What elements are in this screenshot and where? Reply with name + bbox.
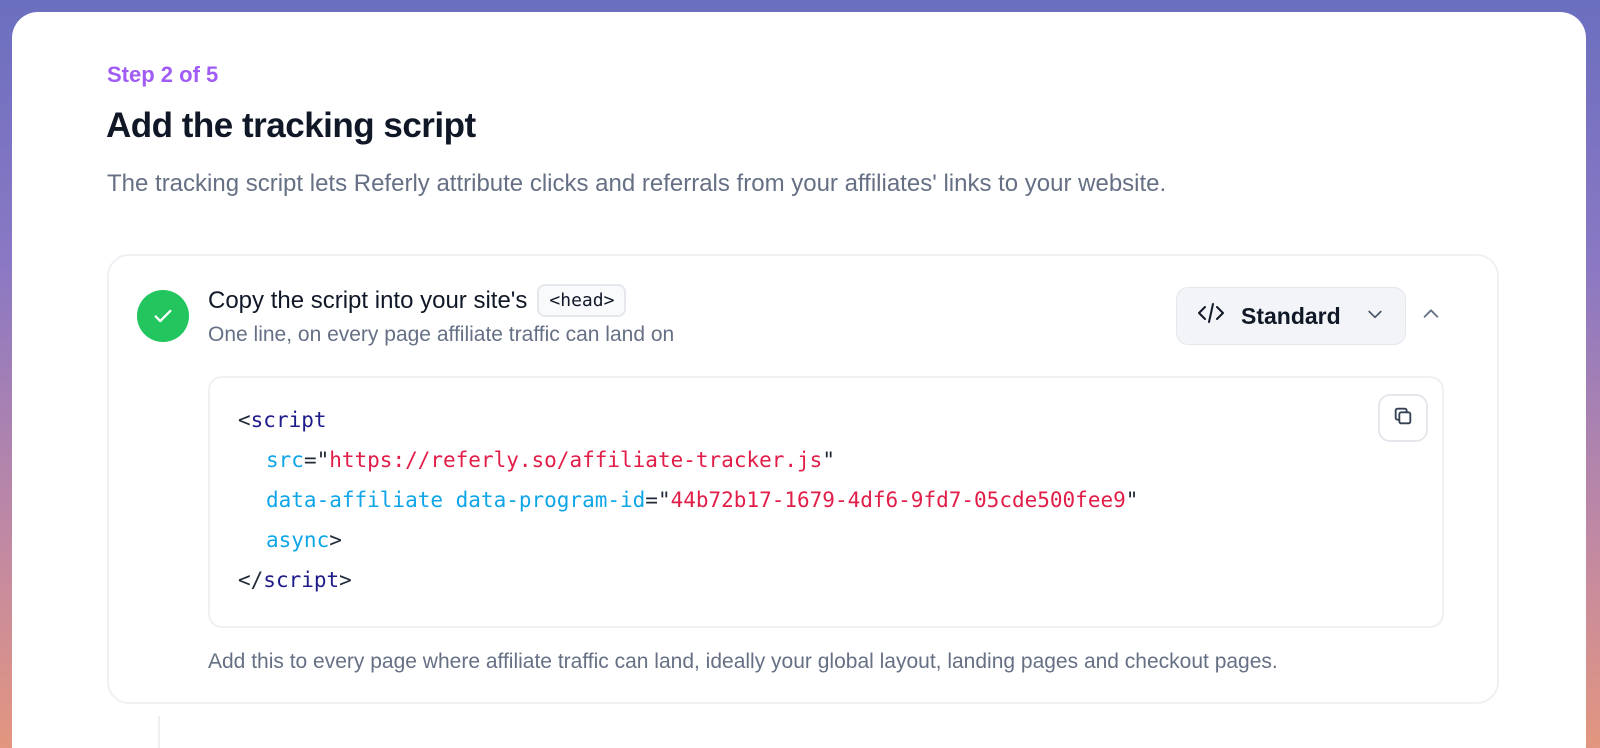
page-subtitle: The tracking script lets Referly attribu… xyxy=(107,170,1167,197)
code-line: data-affiliate data-program-id="44b72b17… xyxy=(266,488,1139,512)
copy-button[interactable] xyxy=(1378,394,1428,442)
collapse-button[interactable] xyxy=(1417,302,1445,330)
chevron-up-icon xyxy=(1420,303,1442,330)
code-line: async> xyxy=(266,528,342,552)
setup-card: Step 2 of 5 Add the tracking script The … xyxy=(12,12,1586,748)
install-note: Add this to every page where affiliate t… xyxy=(208,650,1278,673)
copy-icon xyxy=(1392,405,1414,432)
code-icon xyxy=(1197,301,1225,331)
panel-title-text: Copy the script into your site's xyxy=(208,286,528,314)
script-step-panel: Copy the script into your site's <head> … xyxy=(107,254,1499,704)
step-connector-line xyxy=(158,716,160,748)
head-tag-chip: <head> xyxy=(537,284,627,317)
code-line: src="https://referly.so/affiliate-tracke… xyxy=(266,448,835,472)
script-variant-dropdown[interactable]: Standard xyxy=(1176,287,1406,345)
panel-title: Copy the script into your site's <head> xyxy=(208,284,627,317)
code-block: <script src="https://referly.so/affiliat… xyxy=(208,376,1444,628)
check-icon xyxy=(137,290,189,342)
dropdown-value: Standard xyxy=(1241,302,1341,329)
chevron-down-icon xyxy=(1365,303,1385,330)
panel-subtitle: One line, on every page affiliate traffi… xyxy=(208,323,675,346)
page-title: Add the tracking script xyxy=(106,106,476,145)
step-indicator: Step 2 of 5 xyxy=(107,62,219,87)
code-line: </script> xyxy=(238,568,352,592)
code-line: <script xyxy=(238,408,327,432)
